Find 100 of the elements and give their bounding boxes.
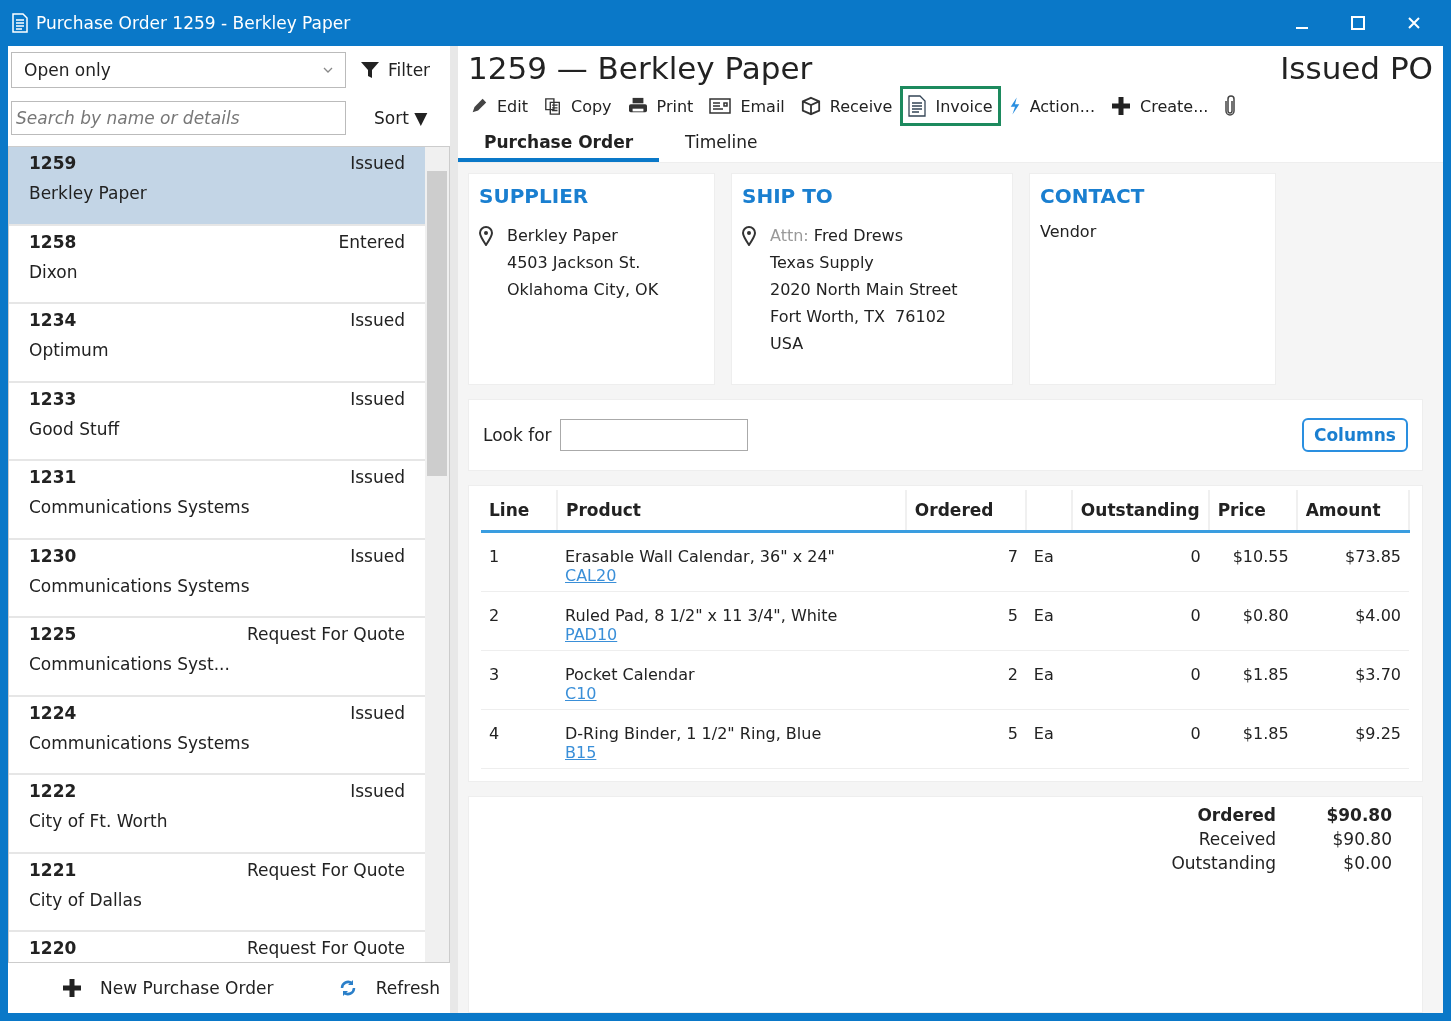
order-status: Issued <box>350 781 405 801</box>
attn-label: Attn: <box>770 226 809 245</box>
total-label: Received <box>1198 829 1276 849</box>
print-button[interactable]: Print <box>619 86 702 126</box>
sort-button[interactable]: Sort ▼ <box>370 106 432 130</box>
product-name: Erasable Wall Calendar, 36" x 24" <box>565 547 836 566</box>
action-button[interactable]: Action... <box>1000 86 1103 126</box>
total-value: $90.80 <box>1331 829 1392 849</box>
copy-button[interactable]: Copy <box>536 86 620 126</box>
look-for-field[interactable] <box>559 419 748 451</box>
address-line: Oklahoma City, OK <box>507 279 659 301</box>
table-cell: Ea <box>1033 606 1054 625</box>
order-status: Issued <box>350 545 405 566</box>
refresh-button[interactable]: Refresh <box>333 976 444 1000</box>
product-name: D-Ring Binder, 1 1/2" Ring, Blue <box>565 724 823 743</box>
column-header: Amount <box>1296 490 1409 532</box>
table-cell: 0 <box>1190 547 1201 566</box>
search-field[interactable]: Search by name or details <box>11 101 346 135</box>
email-button[interactable]: Email <box>701 86 793 126</box>
total-label: Outstanding <box>1171 853 1276 873</box>
columns-button[interactable]: Columns <box>1301 418 1408 452</box>
total-value: $90.80 <box>1325 805 1392 825</box>
column-header: Ordered <box>905 490 1026 532</box>
total-label: Ordered <box>1197 805 1276 825</box>
order-number: 1224 <box>29 702 77 723</box>
order-supplier: City of Dallas <box>29 889 143 910</box>
plus-icon <box>1111 96 1131 116</box>
order-number: 1233 <box>29 388 77 409</box>
order-supplier: Good Stuff <box>29 418 121 439</box>
edit-button[interactable]: Edit <box>462 86 536 126</box>
receive-button[interactable]: Receive <box>792 86 901 126</box>
plus-icon <box>62 978 82 998</box>
column-header: Line <box>481 490 557 532</box>
product-name: Pocket Calendar <box>565 665 696 684</box>
order-status: Issued <box>350 702 405 723</box>
order-status: Request For Quote <box>246 859 405 880</box>
table-cell: 5 <box>1007 724 1018 743</box>
invoice-button[interactable]: Invoice <box>900 86 1001 126</box>
table-cell: $73.85 <box>1345 547 1401 566</box>
document-icon <box>908 95 927 117</box>
table-cell: 1 <box>489 547 500 566</box>
order-supplier: City of Ft. Worth <box>29 811 169 831</box>
order-number: 1259 <box>29 153 77 173</box>
table-cell: $0.80 <box>1242 606 1289 625</box>
paperclip-icon <box>1224 95 1237 117</box>
card-heading: CONTACT <box>1040 184 1146 208</box>
chevron-down-icon[interactable] <box>323 67 333 73</box>
table-cell: $1.85 <box>1242 724 1289 743</box>
table-cell: 3 <box>489 665 500 684</box>
table-cell: Ea <box>1033 665 1054 684</box>
tab[interactable]: Timeline <box>659 126 784 162</box>
table-cell: 7 <box>1007 547 1018 566</box>
order-status: Issued <box>350 310 405 330</box>
maximize-icon[interactable] <box>1351 16 1365 30</box>
address-line: Texas Supply <box>770 252 875 274</box>
order-number: 1220 <box>29 938 77 958</box>
column-header: Outstanding <box>1071 490 1209 532</box>
table-cell: 5 <box>1007 606 1018 625</box>
filter-button[interactable]: Filter <box>356 58 435 82</box>
lightning-icon <box>1008 96 1021 116</box>
order-title: 1259 — Berkley Paper <box>468 50 813 86</box>
table-cell: $3.70 <box>1355 665 1401 684</box>
contact-line: Vendor <box>1040 222 1098 241</box>
order-supplier: Communications Systems <box>29 497 251 517</box>
table-cell: 2 <box>1007 665 1018 684</box>
location-pin-icon <box>479 226 493 246</box>
create-button[interactable]: Create... <box>1103 86 1217 126</box>
attn-name: Fred Drews <box>813 226 903 245</box>
address-line: Berkley Paper <box>507 225 619 247</box>
look-for-label: Look for <box>483 425 552 445</box>
order-number: 1231 <box>29 467 77 487</box>
order-supplier: Optimum <box>29 340 110 360</box>
table-cell: $9.25 <box>1355 724 1401 743</box>
address-line: USA <box>770 333 805 355</box>
location-pin-icon <box>742 226 756 246</box>
table-cell: 4 <box>489 724 500 743</box>
document-icon <box>12 13 28 33</box>
order-number: 1230 <box>29 545 77 566</box>
order-status-title: Issued PO <box>1280 50 1433 86</box>
filter-dropdown[interactable]: Open only <box>11 52 346 88</box>
new-purchase-order-button[interactable]: New Purchase Order <box>58 976 278 1000</box>
funnel-icon <box>360 60 380 80</box>
close-icon[interactable] <box>1407 16 1421 30</box>
table-cell: 0 <box>1190 665 1201 684</box>
table-cell: Ea <box>1033 547 1054 566</box>
order-status: Entered <box>338 231 405 252</box>
order-supplier: Berkley Paper <box>29 183 148 203</box>
table-cell: Ea <box>1033 724 1054 743</box>
order-status: Issued <box>350 153 405 173</box>
box-icon <box>800 96 821 116</box>
scrollbar[interactable] <box>425 147 449 962</box>
order-list-item[interactable]: 1259 Issued Berkley Paper <box>9 147 425 226</box>
printer-icon <box>627 97 648 115</box>
address-line: 4503 Jackson St. <box>507 252 642 274</box>
table-cell: $10.55 <box>1232 547 1289 566</box>
order-status: Issued <box>350 388 405 409</box>
order-status: Request For Quote <box>246 938 405 958</box>
order-supplier: Communications Syst... <box>29 654 231 674</box>
pencil-icon <box>470 97 488 115</box>
copy-icon <box>544 96 562 116</box>
